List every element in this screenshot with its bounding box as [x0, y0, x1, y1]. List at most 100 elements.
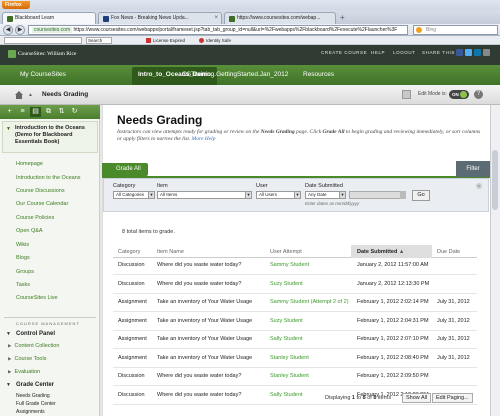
cell-item-name[interactable]: Take an inventory of Your Water Usage: [157, 336, 252, 342]
coursesites-logo[interactable]: CourseSites: William Rice: [8, 48, 76, 60]
share-this-link[interactable]: SHARE THIS: [422, 50, 455, 55]
category-select[interactable]: All Categories ▼: [113, 191, 155, 199]
url-bar[interactable]: coursesites.com https://www.coursesites.…: [28, 25, 408, 35]
browser-tab-foxnews[interactable]: Fox News - Breaking News Upda... ×: [98, 12, 222, 24]
tab-cstraining[interactable]: CSTraining.GettingStarted.Jan_2012: [176, 69, 294, 81]
edit-mode-toggle[interactable]: ON: [449, 90, 469, 99]
cell-item-name[interactable]: Where did you waste water today?: [157, 262, 241, 268]
chevron-down-icon[interactable]: ▲: [28, 92, 33, 98]
grade-center-needs-grading[interactable]: Needs Grading: [16, 393, 50, 399]
grade-center-full[interactable]: Full Grade Center: [16, 401, 56, 407]
facebook-icon[interactable]: [456, 49, 463, 56]
browser-tab-blackboard[interactable]: Blackboard Learn: [2, 12, 96, 24]
tab-my-coursesites[interactable]: My CourseSites: [14, 69, 72, 81]
sidebar-item-live[interactable]: CourseSites Live: [16, 295, 58, 301]
new-window-icon[interactable]: ⧉: [43, 107, 54, 117]
close-icon[interactable]: ×: [214, 13, 218, 24]
cell-user-attempt[interactable]: Suzy Student: [270, 281, 303, 287]
cell-item-name[interactable]: Where did you waste water today?: [157, 281, 241, 287]
grade-center-assignments[interactable]: Assignments: [16, 409, 45, 415]
control-item-content-collection[interactable]: ▶ Content Collection: [8, 343, 59, 349]
bookmark-label: License Expired: [153, 38, 186, 43]
browser-tab-coursesites[interactable]: https://www.coursesites.com/webap...: [224, 12, 336, 24]
more-help-link[interactable]: More Help: [192, 136, 216, 142]
column-item-name[interactable]: Item Name: [157, 249, 184, 255]
sidebar-item-policies[interactable]: Course Policies: [16, 215, 54, 221]
calendar-icon[interactable]: [400, 191, 406, 199]
cell-user-attempt[interactable]: Sammy Student: [270, 262, 309, 268]
sidebar-item-open-qa[interactable]: Open Q&A: [16, 228, 43, 234]
url-domain: coursesites.com: [32, 27, 73, 33]
twitter-icon[interactable]: [465, 49, 472, 56]
help-link[interactable]: HELP: [371, 50, 385, 55]
sidebar-item-tasks[interactable]: Tasks: [16, 282, 30, 288]
cell-item-name[interactable]: Where did you waste water today?: [157, 392, 241, 398]
control-panel-header[interactable]: ▼ Control Panel: [2, 329, 98, 339]
new-tab-icon[interactable]: +: [340, 13, 345, 22]
cell-category: Discussion: [118, 281, 145, 287]
control-item-course-tools[interactable]: ▶ Course Tools: [8, 356, 46, 362]
help-icon[interactable]: ?: [474, 90, 483, 99]
share-icon[interactable]: [483, 49, 490, 56]
folder-view-icon[interactable]: ▤: [30, 107, 41, 117]
date-select[interactable]: Any Date ▼: [305, 191, 346, 199]
column-category[interactable]: Category: [118, 249, 140, 255]
home-icon[interactable]: [15, 91, 23, 99]
expand-icon: ▶: [8, 356, 12, 361]
cell-user-attempt[interactable]: Suzy Student: [270, 318, 303, 324]
toolbar-search-field[interactable]: [4, 37, 82, 44]
forward-icon[interactable]: ▶: [15, 25, 25, 35]
search-input[interactable]: Bing: [413, 25, 498, 35]
sidebar-item-homepage[interactable]: Homepage: [16, 161, 43, 167]
add-icon[interactable]: +: [4, 107, 15, 117]
linkedin-icon[interactable]: [474, 49, 481, 56]
item-select[interactable]: All Items ▼: [157, 191, 252, 199]
bookmark-identity-safe[interactable]: Identity Safe: [199, 37, 231, 44]
cell-item-name[interactable]: Take an inventory of Your Water Usage: [157, 318, 252, 324]
sidebar-item-intro[interactable]: Introduction to the Oceans: [16, 175, 81, 181]
back-icon[interactable]: ◀: [3, 25, 13, 35]
sidebar-item-blogs[interactable]: Blogs: [16, 255, 30, 261]
search-button[interactable]: Search: [86, 37, 112, 44]
sort-icon[interactable]: ⇅: [56, 107, 67, 117]
grade-center-header[interactable]: ▼ Grade Center: [2, 380, 98, 390]
create-course-link[interactable]: CREATE COURSE: [321, 50, 367, 55]
list-view-icon[interactable]: ≡: [17, 107, 28, 117]
grade-all-button[interactable]: Grade All: [102, 163, 148, 176]
cell-item-name[interactable]: Where did you waste water today?: [157, 373, 241, 379]
logout-link[interactable]: LOGOUT: [393, 50, 416, 55]
cell-user-attempt[interactable]: Sally Student: [270, 336, 302, 342]
show-all-button[interactable]: Show All: [402, 393, 432, 403]
cell-item-name[interactable]: Take an inventory of Your Water Usage: [157, 299, 252, 305]
filter-button[interactable]: Filter: [456, 161, 490, 177]
sidebar-item-groups[interactable]: Groups: [16, 269, 34, 275]
date-input[interactable]: [349, 191, 403, 199]
close-icon[interactable]: ×: [476, 183, 482, 189]
course-title[interactable]: ▼ Introduction to the Oceans (Demo for B…: [2, 121, 98, 153]
item-filter-label: Item: [157, 183, 168, 189]
cell-user-attempt[interactable]: Stanley Student: [270, 373, 309, 379]
tab-resources[interactable]: Resources: [297, 69, 340, 81]
cell-user-attempt[interactable]: Stanley Student: [270, 355, 309, 361]
page-icon[interactable]: [402, 90, 411, 99]
column-due-date[interactable]: Due Date: [437, 249, 460, 255]
sidebar-item-wikis[interactable]: Wikis: [16, 242, 29, 248]
refresh-icon[interactable]: ↻: [69, 107, 80, 117]
firefox-menu-button[interactable]: Firefox: [2, 1, 30, 9]
column-date-submitted[interactable]: Date Submitted ▲: [357, 249, 404, 255]
tab-label: Fox News - Breaking News Upda...: [111, 15, 189, 21]
user-select[interactable]: All Users ▼: [256, 191, 301, 199]
cell-user-attempt[interactable]: Sally Student: [270, 392, 302, 398]
cell-item-name[interactable]: Take an inventory of Your Water Usage: [157, 355, 252, 361]
scrollbar-thumb[interactable]: [492, 150, 498, 210]
control-item-evaluation[interactable]: ▶ Evaluation: [8, 369, 40, 375]
favicon-icon: [229, 16, 235, 22]
sidebar-item-calendar[interactable]: Our Course Calendar: [16, 201, 68, 207]
cell-user-attempt[interactable]: Sammy Student (Attempt 2 of 2): [270, 299, 349, 305]
toggle-knob: [460, 91, 467, 98]
bookmark-license-expired[interactable]: License Expired: [146, 37, 185, 44]
column-user-attempt[interactable]: User Attempt: [270, 249, 302, 255]
sidebar-item-discussions[interactable]: Course Discussions: [16, 188, 65, 194]
go-button[interactable]: Go: [412, 190, 430, 201]
edit-paging-button[interactable]: Edit Paging...: [432, 393, 473, 403]
